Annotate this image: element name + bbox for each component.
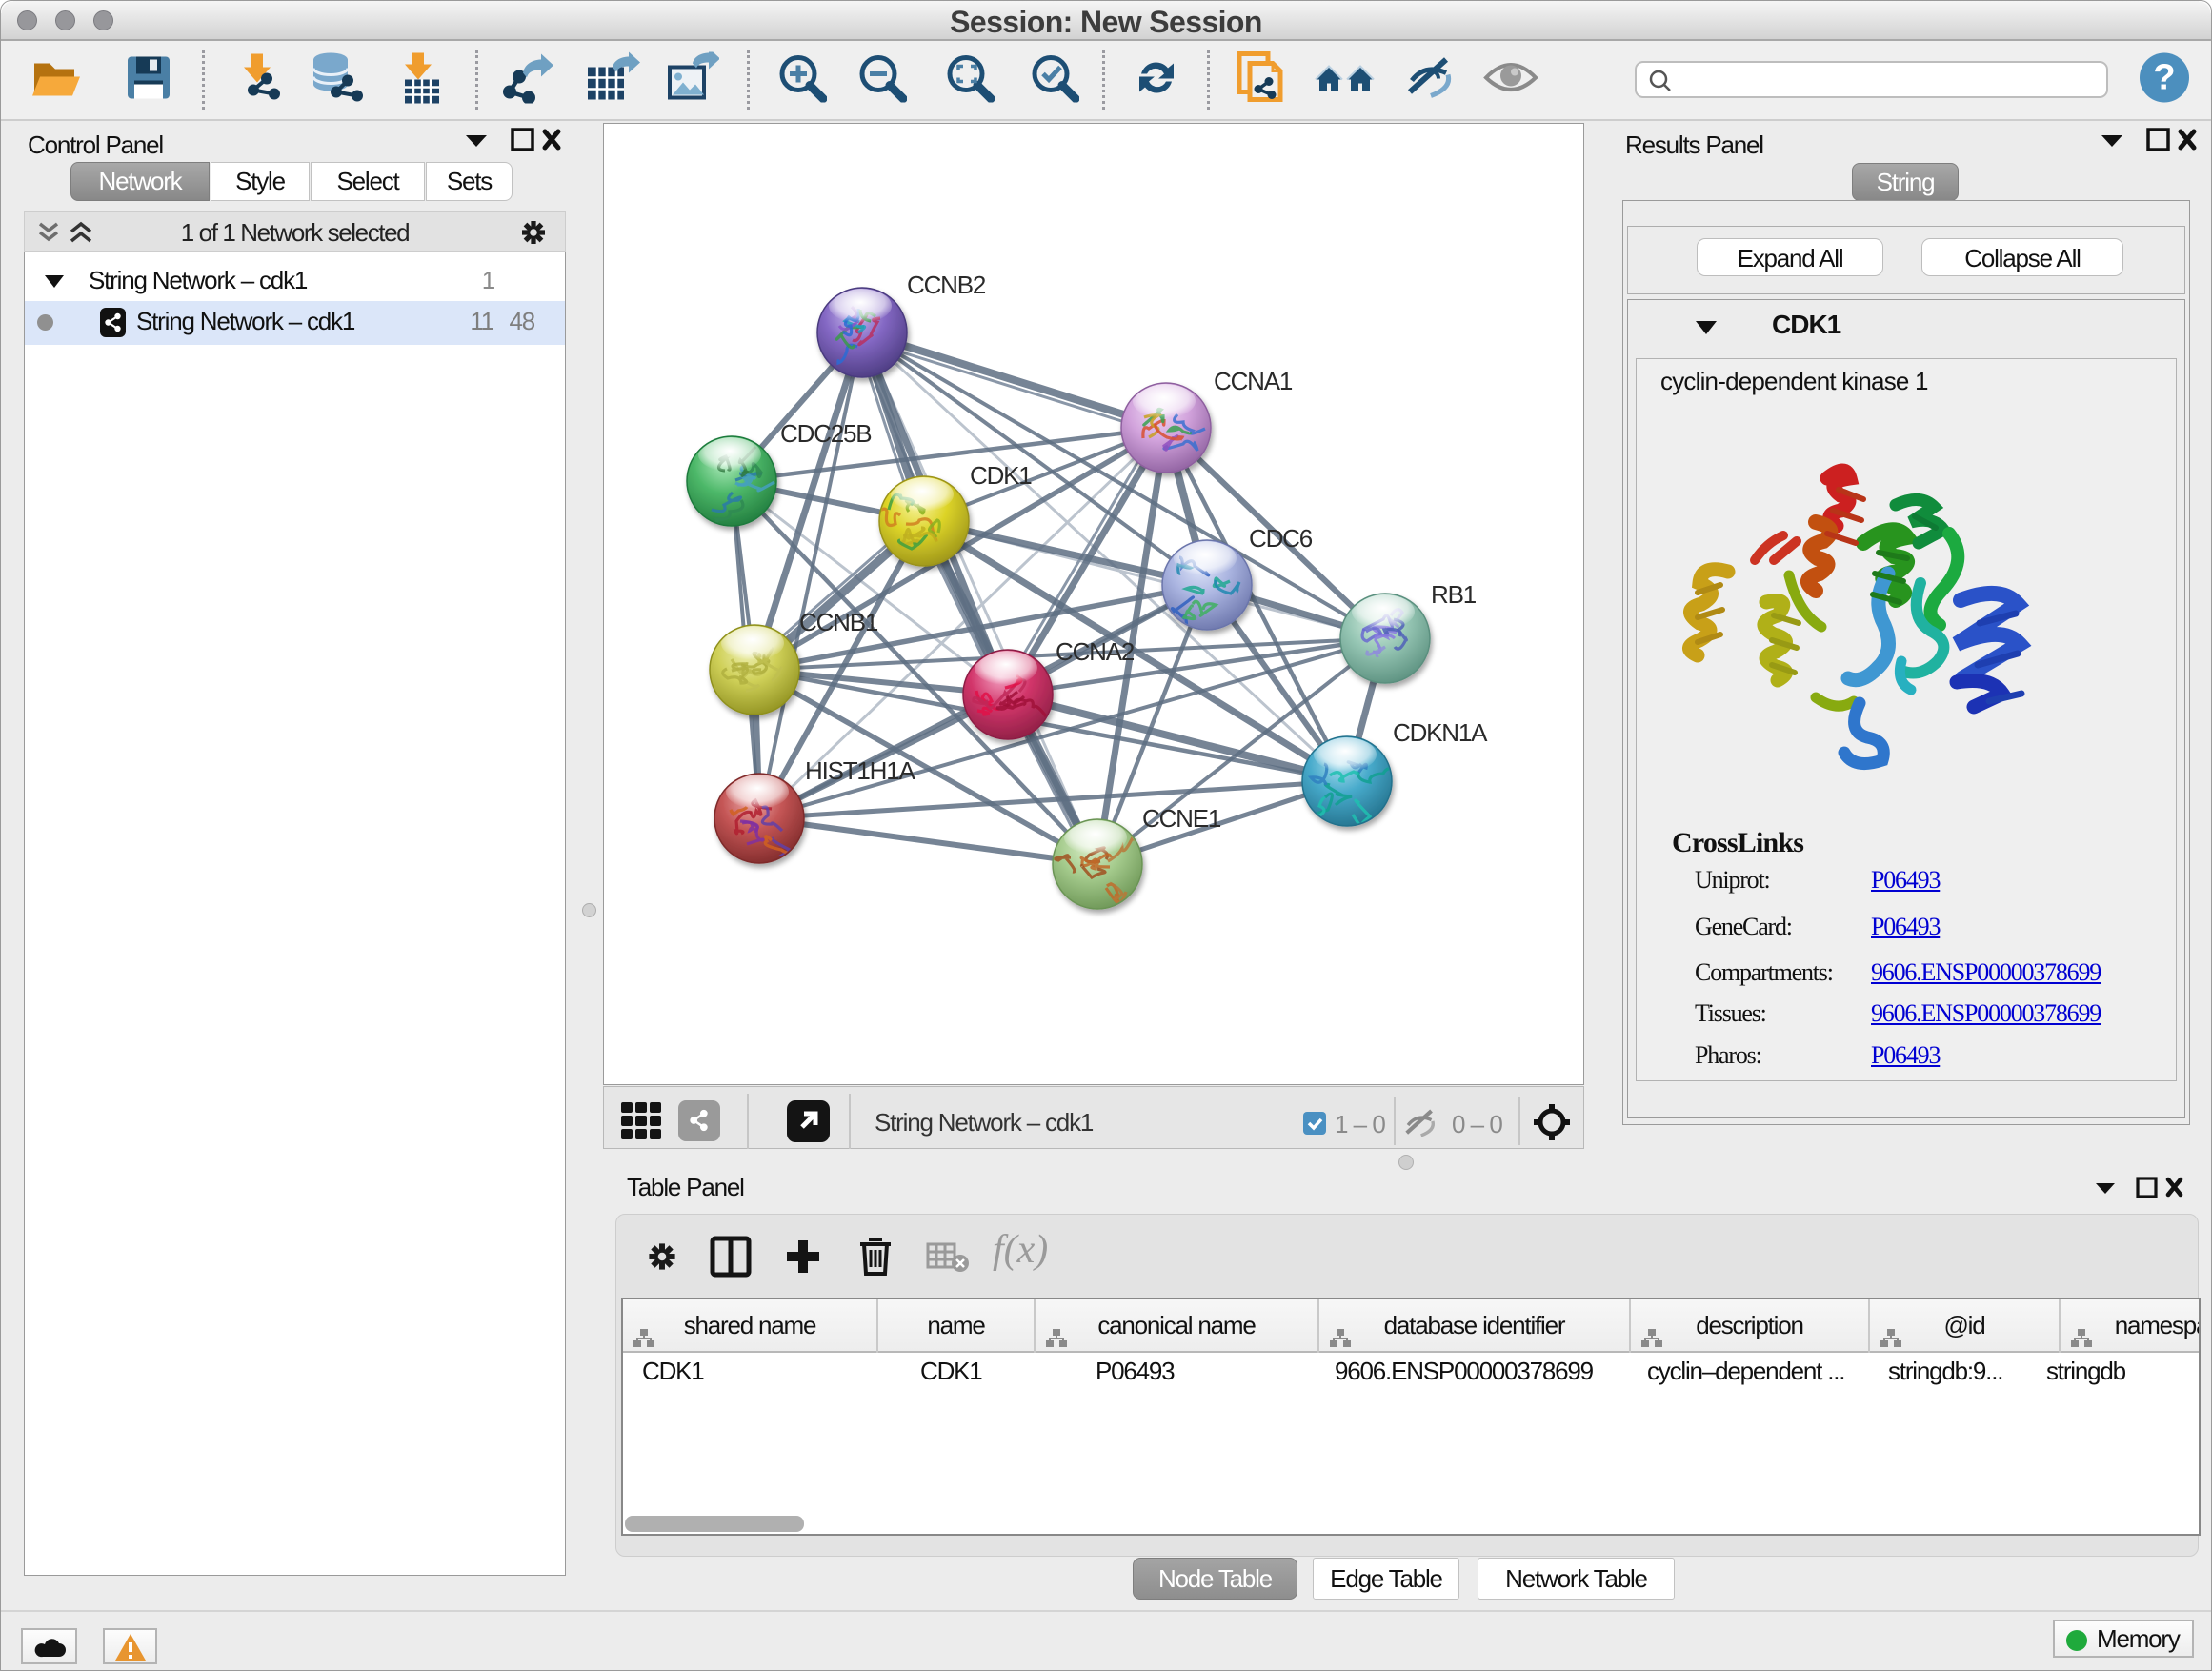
svg-text:CCNB2: CCNB2: [907, 271, 986, 299]
svg-text:CCNB1: CCNB1: [799, 608, 878, 636]
svg-text:CCNA1: CCNA1: [1214, 367, 1293, 395]
svg-text:CDC25B: CDC25B: [780, 419, 871, 448]
svg-text:?: ?: [2153, 58, 2175, 98]
svg-text:CDKN1A: CDKN1A: [1393, 718, 1488, 747]
svg-text:CCNA2: CCNA2: [1056, 637, 1135, 666]
svg-text:RB1: RB1: [1431, 580, 1477, 609]
svg-text:CDC6: CDC6: [1249, 524, 1313, 553]
svg-text:CCNE1: CCNE1: [1142, 804, 1221, 833]
svg-text:CDK1: CDK1: [970, 461, 1032, 490]
svg-text:HIST1H1A: HIST1H1A: [805, 756, 916, 785]
